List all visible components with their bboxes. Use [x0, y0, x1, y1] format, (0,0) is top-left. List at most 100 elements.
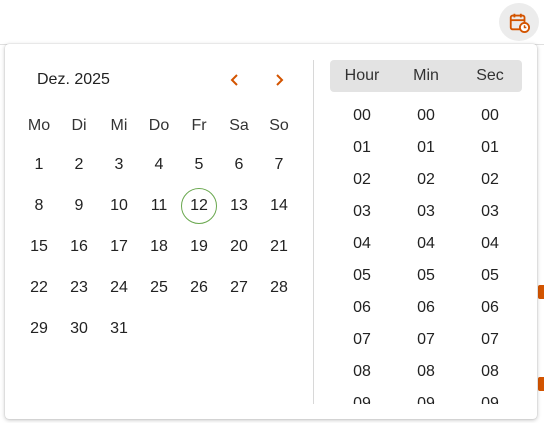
- next-month-button[interactable]: [265, 66, 293, 94]
- weekday-label: Fr: [191, 117, 207, 134]
- hour-option[interactable]: 05: [330, 260, 394, 292]
- calendar-day[interactable]: 8: [19, 186, 59, 226]
- hour-option[interactable]: 08: [330, 356, 394, 388]
- day-number: 3: [114, 156, 124, 173]
- background-delete-icon: [538, 285, 544, 299]
- calendar-day[interactable]: 1: [19, 145, 59, 185]
- calendar-day[interactable]: 15: [19, 227, 59, 267]
- calendar-picker-button[interactable]: [499, 3, 539, 41]
- calendar-day[interactable]: 4: [139, 145, 179, 185]
- second-option[interactable]: 09: [458, 388, 522, 404]
- calendar-week-row: 29 30 31: [19, 309, 299, 349]
- calendar-day[interactable]: 6: [219, 145, 259, 185]
- second-option[interactable]: 07: [458, 324, 522, 356]
- second-header: Sec: [476, 67, 504, 84]
- day-number: 23: [70, 279, 88, 296]
- hour-header: Hour: [344, 67, 380, 84]
- calendar-day[interactable]: 18: [139, 227, 179, 267]
- hour-option[interactable]: 07: [330, 324, 394, 356]
- background-delete-icon: [538, 377, 544, 391]
- hour-option[interactable]: 01: [330, 132, 394, 164]
- hour-column[interactable]: 00 01 02 03 04 05 06 07 08 09: [330, 100, 394, 404]
- month-year-label[interactable]: Dez. 2025: [37, 71, 110, 89]
- weekday-header-row: Mo Di Mi Do Fr Sa So: [19, 116, 299, 136]
- day-number: 15: [30, 238, 48, 255]
- day-number: 18: [150, 238, 168, 255]
- calendar-day[interactable]: 29: [19, 309, 59, 349]
- minute-header: Min: [413, 67, 439, 84]
- calendar-day[interactable]: 7: [259, 145, 299, 185]
- calendar-day[interactable]: 22: [19, 268, 59, 308]
- calendar-day[interactable]: 2: [59, 145, 99, 185]
- calendar-day[interactable]: 26: [179, 268, 219, 308]
- calendar-day[interactable]: 17: [99, 227, 139, 267]
- time-columns[interactable]: 00 01 02 03 04 05 06 07 08 09 00 01 02 03 04 05 06 07 08 0…: [330, 100, 522, 404]
- minute-option[interactable]: 09: [394, 388, 458, 404]
- previous-month-button[interactable]: [221, 66, 249, 94]
- day-number: 29: [30, 320, 48, 337]
- calendar-day[interactable]: 24: [99, 268, 139, 308]
- day-number: 19: [190, 238, 208, 255]
- second-option[interactable]: 05: [458, 260, 522, 292]
- day-number: 14: [270, 197, 288, 214]
- calendar-day[interactable]: 28: [259, 268, 299, 308]
- calendar-clock-icon: [509, 13, 530, 33]
- day-number: 16: [70, 238, 88, 255]
- day-number: 25: [150, 279, 168, 296]
- minute-option[interactable]: 06: [394, 292, 458, 324]
- weekday-label: Mi: [110, 117, 128, 134]
- calendar-day[interactable]: 11: [139, 186, 179, 226]
- minute-column[interactable]: 00 01 02 03 04 05 06 07 08 09: [394, 100, 458, 404]
- calendar-week-row: 8 9 10 11 12 13 14: [19, 186, 299, 226]
- calendar-day[interactable]: 10: [99, 186, 139, 226]
- calendar-day[interactable]: 23: [59, 268, 99, 308]
- calendar-day[interactable]: 13: [219, 186, 259, 226]
- calendar-day[interactable]: 3: [99, 145, 139, 185]
- hour-option[interactable]: 09: [330, 388, 394, 404]
- day-number: 20: [230, 238, 248, 255]
- day-number: 6: [234, 156, 244, 173]
- calendar-day[interactable]: 31: [99, 309, 139, 349]
- calendar-day[interactable]: 25: [139, 268, 179, 308]
- day-number: 21: [270, 238, 288, 255]
- minute-option[interactable]: 07: [394, 324, 458, 356]
- calendar-day[interactable]: 20: [219, 227, 259, 267]
- hour-option[interactable]: 00: [330, 100, 394, 132]
- day-number: 2: [74, 156, 84, 173]
- calendar-day[interactable]: 21: [259, 227, 299, 267]
- calendar-empty-cell: [139, 309, 179, 349]
- time-column-header: Hour Min Sec: [330, 60, 522, 92]
- minute-option[interactable]: 05: [394, 260, 458, 292]
- second-option[interactable]: 03: [458, 196, 522, 228]
- minute-option[interactable]: 00: [394, 100, 458, 132]
- second-option[interactable]: 01: [458, 132, 522, 164]
- calendar-day[interactable]: 16: [59, 227, 99, 267]
- calendar-day[interactable]: 27: [219, 268, 259, 308]
- calendar-day[interactable]: 9: [59, 186, 99, 226]
- hour-option[interactable]: 04: [330, 228, 394, 260]
- calendar-day[interactable]: 5: [179, 145, 219, 185]
- minute-option[interactable]: 04: [394, 228, 458, 260]
- day-number: 7: [274, 156, 284, 173]
- chevron-right-icon: [276, 74, 284, 86]
- calendar-day[interactable]: 12: [179, 186, 219, 226]
- hour-option[interactable]: 02: [330, 164, 394, 196]
- minute-option[interactable]: 01: [394, 132, 458, 164]
- day-number: 10: [110, 197, 128, 214]
- second-option[interactable]: 02: [458, 164, 522, 196]
- calendar-day[interactable]: 14: [259, 186, 299, 226]
- second-option[interactable]: 08: [458, 356, 522, 388]
- minute-option[interactable]: 02: [394, 164, 458, 196]
- calendar-day[interactable]: 19: [179, 227, 219, 267]
- second-option[interactable]: 06: [458, 292, 522, 324]
- second-option[interactable]: 00: [458, 100, 522, 132]
- minute-option[interactable]: 08: [394, 356, 458, 388]
- second-column[interactable]: 00 01 02 03 04 05 06 07 08 09: [458, 100, 522, 404]
- calendar-day[interactable]: 30: [59, 309, 99, 349]
- minute-option[interactable]: 03: [394, 196, 458, 228]
- day-number: 24: [110, 279, 128, 296]
- second-option[interactable]: 04: [458, 228, 522, 260]
- hour-option[interactable]: 03: [330, 196, 394, 228]
- hour-option[interactable]: 06: [330, 292, 394, 324]
- day-number: 17: [110, 238, 128, 255]
